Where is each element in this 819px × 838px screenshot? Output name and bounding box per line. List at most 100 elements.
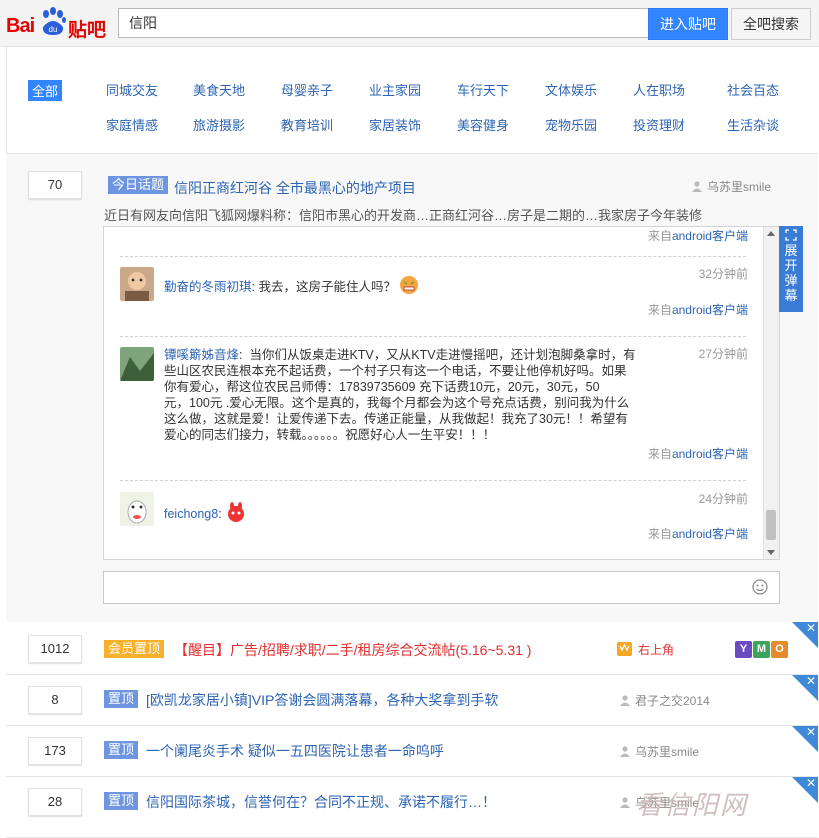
paw-logo-icon: du — [42, 7, 66, 35]
thread-row: 173 置顶 一个阑尾炎手术 疑似一五四医院让患者一命呜呼 乌苏里smile ✕ — [6, 726, 818, 777]
avatar[interactable] — [120, 347, 154, 381]
reply-input[interactable] — [103, 571, 780, 604]
reply-time: 24分钟前 — [698, 492, 748, 506]
user-icon — [692, 181, 702, 192]
category-item[interactable]: 教育培训 — [281, 115, 333, 134]
category-item[interactable]: 车行天下 — [457, 80, 509, 99]
thread-title[interactable]: 信阳正商红河谷 全市最黑心的地产项目 — [174, 178, 416, 198]
reply-count: 28 — [28, 788, 82, 816]
reply-source: 来自android客户端 — [647, 447, 748, 461]
reply-divider — [120, 336, 746, 337]
thread-title[interactable]: 一个阑尾炎手术 疑似一五四医院让患者一命呜呼 — [146, 741, 444, 761]
category-nav: 全部 同城交友 美食天地 母婴亲子 业主家园 车行天下 文体娱乐 人在职场 社会… — [6, 60, 818, 154]
client-link[interactable]: android客户端 — [672, 527, 748, 541]
category-item[interactable]: 文体娱乐 — [545, 80, 597, 99]
thread-row: 8 置顶 [欧凯龙家居小镇]VIP答谢会圆满落幕，各种大奖拿到手软 君子之交20… — [6, 675, 818, 726]
category-item[interactable]: 美食天地 — [193, 80, 245, 99]
angry-emoticon-icon — [400, 276, 419, 294]
category-item[interactable]: 人在职场 — [633, 80, 685, 99]
client-link[interactable]: android客户端 — [672, 303, 748, 317]
reply-content: 勤奋的冬雨初琪: 我去，这房子能住人吗？ — [164, 275, 664, 295]
scroll-thumb[interactable] — [766, 510, 776, 540]
pinned-tag: 置顶 — [104, 690, 139, 708]
header-bar: Bai du 贴吧 信阳 进入贴吧 全吧搜索 — [0, 0, 819, 47]
vip-pinned-tag: 会员置顶 — [104, 640, 165, 658]
reply-username[interactable]: 镡嗘簛姊音烽 — [164, 348, 239, 362]
author-name: 乌苏里smile — [707, 180, 772, 194]
thread-excerpt: 近日有网友向信阳飞狐网爆料称：信阳市黑心的开发商…正商红河谷…房子是二期的…我家… — [104, 208, 703, 223]
reply-source: 来自android客户端 — [647, 229, 748, 243]
enter-forum-button[interactable]: 进入贴吧 — [648, 8, 728, 40]
category-item[interactable]: 母婴亲子 — [281, 80, 333, 99]
reply-divider — [120, 256, 746, 257]
client-link[interactable]: android客户端 — [672, 447, 748, 461]
reply-count: 1012 — [28, 635, 82, 663]
reply-username[interactable]: 勤奋的冬雨初琪 — [164, 280, 252, 294]
reply-divider — [120, 480, 746, 481]
close-icon[interactable]: ✕ — [806, 726, 816, 738]
taurus-badge-icon[interactable]: O — [771, 641, 788, 658]
category-item[interactable]: 生活杂谈 — [727, 115, 779, 134]
user-icon — [620, 746, 630, 757]
site-watermark: 看信阳网 — [636, 791, 749, 821]
thread-row: 1012 会员置顶 【醒目】广告/招聘/求职/二手/租房综合交流帖(5.16~5… — [6, 622, 818, 675]
reply-username[interactable]: feichong8 — [164, 507, 218, 521]
category-item[interactable]: 同城交友 — [106, 80, 158, 99]
category-item[interactable]: 业主家园 — [369, 80, 421, 99]
reply-count: 8 — [28, 686, 82, 714]
danmu-label: 展开弹幕 — [784, 243, 798, 303]
scroll-up-arrow-icon[interactable] — [767, 231, 775, 236]
thread-author[interactable]: 君子之交2014 — [620, 692, 710, 709]
aries-badge-icon[interactable]: Y — [735, 641, 752, 658]
smiley-icon[interactable] — [752, 579, 768, 595]
expand-danmu-button[interactable]: 展开弹幕 — [779, 226, 803, 312]
category-item[interactable]: 家居装饰 — [369, 115, 421, 134]
category-item[interactable]: 美容健身 — [457, 115, 509, 134]
thread-author[interactable]: 乌苏里smile — [692, 178, 771, 195]
category-item[interactable]: 社会百态 — [727, 80, 779, 99]
vip-crown-icon — [617, 642, 632, 656]
client-link[interactable]: android客户端 — [672, 229, 748, 243]
thread-title[interactable]: 【醒目】广告/招聘/求职/二手/租房综合交流帖(5.16~5.31 ) — [174, 640, 531, 660]
category-item[interactable]: 投资理财 — [633, 115, 685, 134]
reply-content: 镡嗘簛姊音烽: 当你们从饭桌走进KTV，又从KTV走进慢摇吧，还计划泡脚桑拿时，… — [164, 348, 636, 442]
virgo-badge-icon[interactable]: M — [753, 641, 770, 658]
reply-list: 来自android客户端 勤奋的冬雨初琪: 我去，这房子能住人吗？ 32分钟前 … — [103, 226, 780, 560]
scroll-down-arrow-icon[interactable] — [767, 550, 775, 555]
topic-tag: 今日话题 — [108, 176, 169, 194]
thread-author[interactable]: 乌苏里smile — [620, 743, 699, 760]
close-icon[interactable]: ✕ — [806, 777, 816, 789]
reply-source: 来自android客户端 — [647, 527, 748, 541]
avatar[interactable] — [120, 492, 154, 526]
pinned-tag: 置顶 — [104, 741, 139, 759]
avatar[interactable] — [120, 267, 154, 301]
logo-bai-text: Bai — [6, 15, 35, 37]
search-input[interactable]: 信阳 — [118, 8, 652, 38]
baidu-tieba-logo[interactable]: Bai du 贴吧 — [6, 7, 110, 41]
reply-count: 70 — [28, 171, 82, 199]
thread-title[interactable]: [欧凯龙家居小镇]VIP答谢会圆满落幕，各种大奖拿到手软 — [146, 690, 498, 710]
close-icon[interactable]: ✕ — [806, 675, 816, 687]
logo-du-text: du — [49, 25, 58, 34]
category-all[interactable]: 全部 — [28, 80, 63, 101]
category-item[interactable]: 宠物乐园 — [545, 115, 597, 134]
reply-time: 27分钟前 — [698, 347, 748, 361]
close-icon[interactable]: ✕ — [806, 622, 816, 634]
user-icon — [620, 797, 630, 808]
reply-count: 173 — [28, 737, 82, 765]
reply-content: feichong8: — [164, 502, 664, 524]
thread-title[interactable]: 信阳国际茶城，信誉何在？合同不正规、承诺不履行…！ — [146, 792, 496, 812]
reply-source: 来自android客户端 — [647, 303, 748, 317]
category-item[interactable]: 旅游摄影 — [193, 115, 245, 134]
thread-author[interactable]: 右上角 — [616, 640, 674, 658]
reply-scrollbar[interactable] — [763, 227, 779, 559]
category-item[interactable]: 家庭情感 — [106, 115, 158, 134]
reply-time: 32分钟前 — [698, 267, 748, 281]
logo-tieba-text: 贴吧 — [68, 19, 107, 41]
thread-expanded: 70 今日话题 信阳正商红河谷 全市最黑心的地产项目 乌苏里smile 近日有网… — [6, 154, 818, 623]
pinned-tag: 置顶 — [104, 792, 139, 810]
expand-icon — [785, 229, 797, 241]
user-icon — [620, 695, 630, 706]
search-all-forums-button[interactable]: 全吧搜索 — [731, 8, 811, 40]
rabbit-emoticon-icon — [228, 502, 245, 522]
